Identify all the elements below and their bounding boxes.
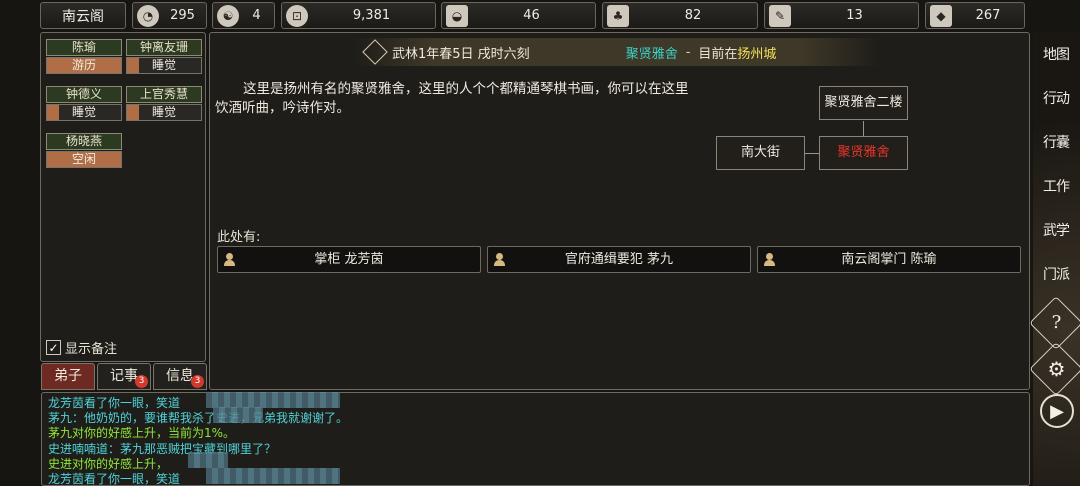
map-room-current: 聚贤雅舍: [819, 136, 908, 170]
checkbox-icon[interactable]: ✓: [46, 340, 61, 355]
disciple-status: 空闲: [46, 151, 122, 168]
game-date: 武林1年春5日 戌时六刻: [392, 46, 530, 62]
notification-badge: 3: [191, 375, 204, 388]
sect-name[interactable]: 南云阁: [40, 2, 126, 29]
redaction-mask: [213, 407, 263, 423]
map-room-north[interactable]: 聚贤雅舍二楼: [819, 86, 908, 120]
resource-bar: 南云阁 ◔ 295 ☯ 4 ⊡ 9,381 ◒ 46 ♣ 82 ✎ 13 ◆ 2…: [40, 2, 1025, 29]
redaction-mask: [188, 452, 228, 468]
show-remark-label: 显示备注: [65, 342, 118, 357]
person-icon: [764, 253, 775, 266]
disciple-status: 睡觉: [46, 104, 122, 121]
yin-yang-stat: ☯ 4: [212, 2, 275, 29]
work-button[interactable]: 工作: [1037, 168, 1075, 206]
disciple-card[interactable]: 钟德义 睡觉: [46, 86, 122, 121]
redaction-mask: [206, 392, 340, 408]
city-name: 扬州城: [737, 46, 777, 62]
inventory-button[interactable]: 行囊: [1037, 124, 1075, 162]
food-bowl-icon: ◒: [446, 4, 468, 27]
stone-icon: ◆: [930, 4, 952, 27]
disciple-name: 上官秀慧: [126, 86, 202, 103]
here-label: 此处有:: [217, 230, 261, 245]
gear-icon[interactable]: ⚙: [1037, 350, 1075, 388]
location-header: 武林1年春5日 戌时六刻 聚贤雅舍 - 目前在 扬州城: [354, 38, 880, 66]
disciple-status: 睡觉: [126, 57, 202, 74]
disciple-name: 杨晓燕: [46, 133, 122, 150]
header-separator: -: [685, 44, 691, 60]
question-icon[interactable]: ?: [1037, 304, 1075, 342]
disciple-status: 游历: [46, 57, 122, 74]
log-line: 龙芳茵看了你一眼，笑道: [48, 472, 181, 486]
notification-badge: 3: [135, 375, 148, 388]
coin-bag-icon: ◔: [137, 4, 159, 27]
person-icon: [224, 253, 235, 266]
scroll-stat: ✎ 13: [764, 2, 919, 29]
map-connector: [805, 153, 819, 154]
map-room-west[interactable]: 南大街: [716, 136, 805, 170]
disciple-name: 钟离友珊: [126, 39, 202, 56]
action-button[interactable]: 行动: [1037, 80, 1075, 118]
current-prefix: 目前在: [698, 46, 738, 62]
person-icon: [494, 253, 505, 266]
show-remark-toggle[interactable]: ✓ 显示备注: [46, 338, 117, 357]
npc-button[interactable]: 官府通缉要犯 茅九: [487, 246, 751, 273]
copper-coin-stat: ⊡ 9,381: [281, 2, 436, 29]
side-menu: 地图 行动 行囊 工作 武学 门派 ? ⚙ ▶: [1029, 32, 1080, 486]
location-description: 这里是扬州有名的聚贤雅舍，这里的人个个都精通琴棋书画，你可以在这里饮酒听曲，吟诗…: [215, 81, 689, 116]
food-stat: ◒ 46: [441, 2, 596, 29]
log-line: 茅九：他奶奶的，要谁帮我杀了史进，兄弟我就谢谢了。: [48, 411, 349, 426]
play-icon[interactable]: ▶: [1040, 394, 1074, 428]
disciple-card[interactable]: 陈瑜 游历: [46, 39, 122, 74]
disciple-name: 钟德义: [46, 86, 122, 103]
location-name: 聚贤雅舍: [625, 46, 678, 62]
herb-icon: ♣: [607, 4, 629, 27]
herb-stat: ♣ 82: [602, 2, 758, 29]
copper-coin-icon: ⊡: [286, 4, 308, 27]
stone-stat: ◆ 267: [925, 2, 1025, 29]
disciple-card[interactable]: 杨晓燕 空闲: [46, 133, 122, 168]
log-line: 龙芳茵看了你一眼，笑道: [48, 396, 181, 410]
log-line: 茅九对你的好感上升，当前为1%。: [48, 426, 236, 441]
disciple-card[interactable]: 上官秀慧 睡觉: [126, 86, 202, 121]
tab-disciples[interactable]: 弟子: [41, 363, 95, 390]
tab-messages[interactable]: 信息 3: [153, 363, 207, 390]
tab-journal[interactable]: 记事 3: [97, 363, 151, 390]
message-log[interactable]: 龙芳茵看了你一眼，笑道 茅九：他奶奶的，要谁帮我杀了史进，兄弟我就谢谢了。 茅九…: [41, 392, 1030, 486]
disciple-panel: [40, 32, 206, 362]
calendar-icon: [362, 39, 388, 65]
disciple-card[interactable]: 钟离友珊 睡觉: [126, 39, 202, 74]
disciple-name: 陈瑜: [46, 39, 122, 56]
map-button[interactable]: 地图: [1037, 36, 1075, 74]
map-connector: [863, 121, 864, 136]
martial-arts-button[interactable]: 武学: [1037, 212, 1075, 250]
npc-button[interactable]: 南云阁掌门 陈瑜: [757, 246, 1021, 273]
npc-button[interactable]: 掌柜 龙芳茵: [217, 246, 481, 273]
sect-button[interactable]: 门派: [1037, 256, 1075, 294]
coin-bag-stat: ◔ 295: [132, 2, 207, 29]
disciple-status: 睡觉: [126, 104, 202, 121]
yin-yang-icon: ☯: [217, 4, 239, 27]
scroll-icon: ✎: [769, 4, 791, 27]
redaction-mask: [206, 468, 340, 484]
